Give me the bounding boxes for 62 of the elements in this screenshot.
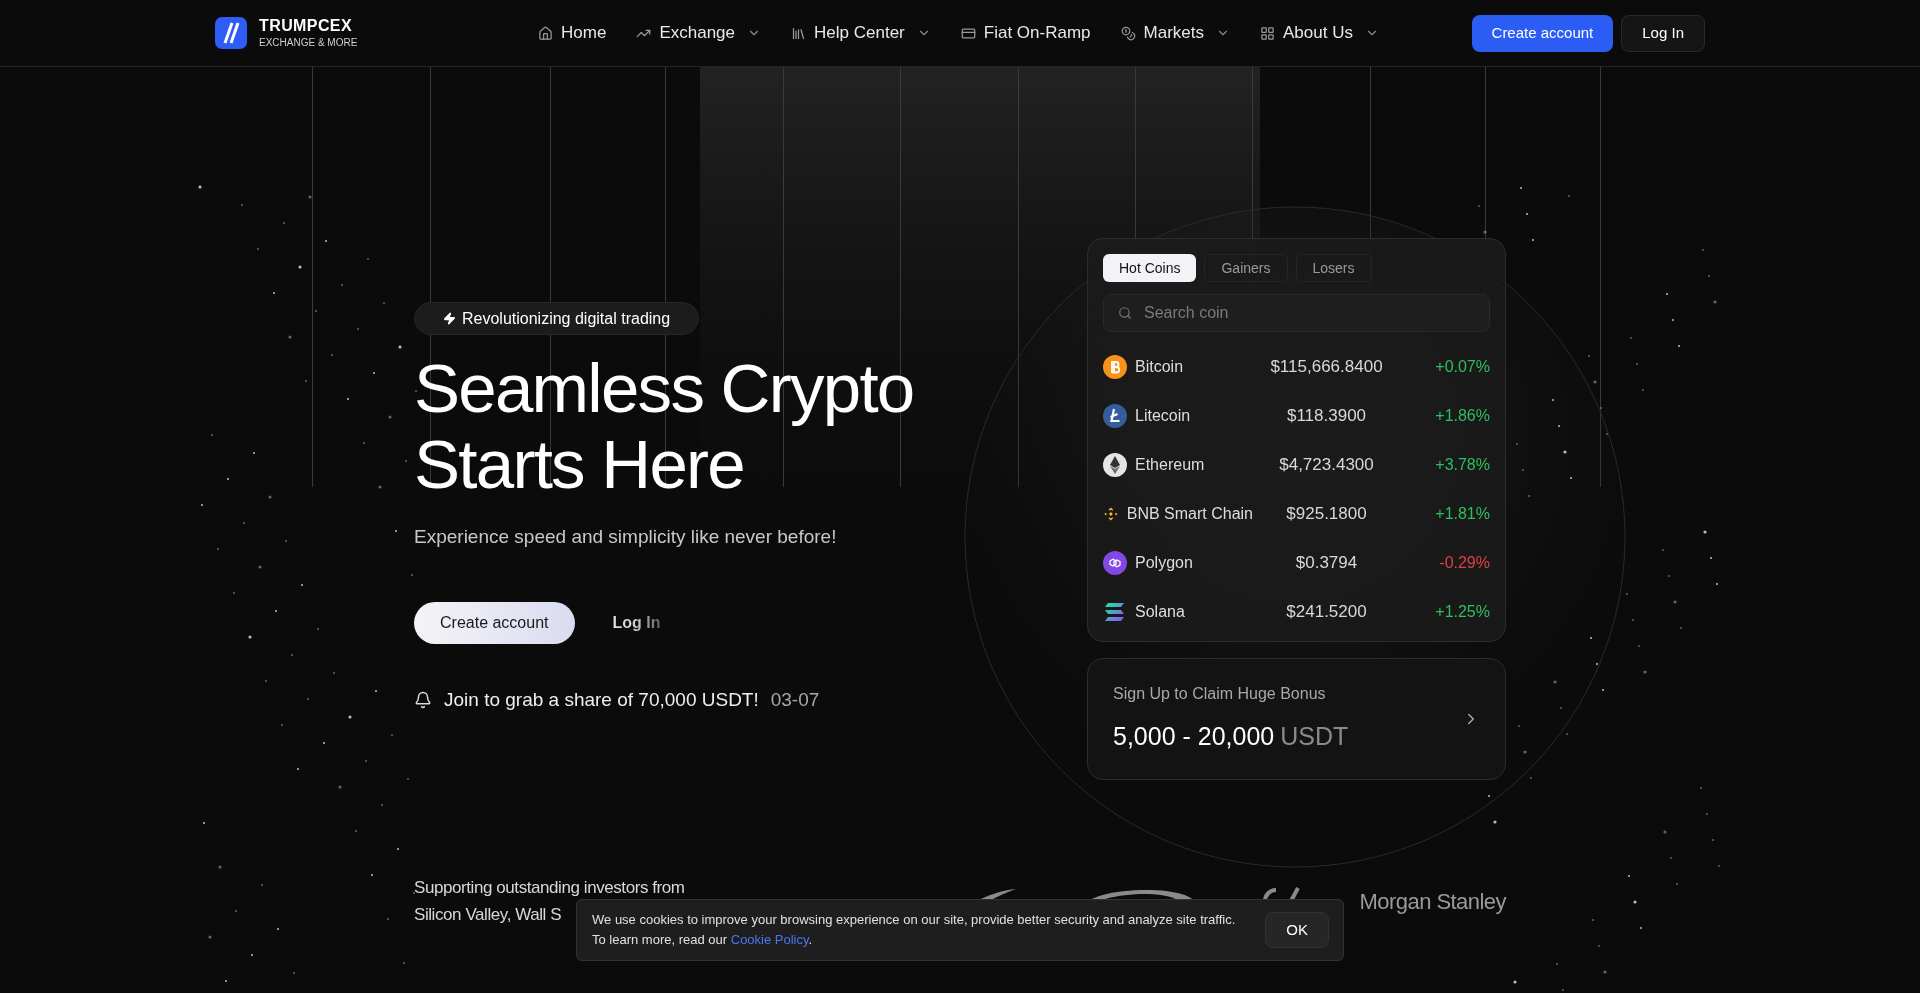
search-icon <box>1118 306 1132 320</box>
ok-button[interactable]: OK <box>1265 912 1329 948</box>
search-field[interactable]: Search coin <box>1103 294 1490 332</box>
coin-name: BNB Smart Chain <box>1126 503 1253 524</box>
nav-link[interactable]: About Us <box>1260 20 1379 46</box>
coin-change: +1.86% <box>1435 405 1490 426</box>
create-account-button[interactable]: Create account <box>1471 14 1614 52</box>
bonus-amount: 5,000 - 20,000 <box>1113 721 1275 753</box>
coin-price: $118.3900 <box>1286 404 1367 427</box>
bonus-title: Sign Up to Claim Huge Bonus <box>1113 684 1326 705</box>
nav-icon <box>960 25 976 41</box>
brand-name: TRUMPCEX <box>259 18 353 34</box>
cookie-text: We use cookies to improve your browsing experience on our site, provide better security and analyze site traffic. To learn more, read our Cookie Policy. <box>592 911 1237 949</box>
nav-link[interactable]: Markets <box>1120 20 1230 46</box>
nav-icon <box>1120 25 1136 41</box>
bonus-unit: USDT <box>1280 721 1349 753</box>
coin-name: Ethereum <box>1135 454 1205 475</box>
coin-tab[interactable]: Gainers <box>1204 254 1288 282</box>
coin-change: +0.07% <box>1435 356 1490 377</box>
nav-link[interactable]: Help Center <box>791 20 931 46</box>
coin-icon <box>1103 452 1127 477</box>
coin-price: $4,723.4300 <box>1279 453 1374 476</box>
headline: Starts Here <box>414 427 744 503</box>
coin-icon <box>1103 354 1127 379</box>
coin-price: $925.1800 <box>1286 502 1367 525</box>
investors-text: Supporting outstanding investors from <box>414 877 685 899</box>
nav-icon <box>538 25 554 41</box>
coin-change: -0.29% <box>1439 552 1490 573</box>
coin-price: $0.3794 <box>1295 551 1358 574</box>
coin-change: +1.81% <box>1435 503 1490 524</box>
coin-name: Litecoin <box>1135 405 1191 426</box>
coin-change: +3.78% <box>1435 454 1490 475</box>
nav-link[interactable]: Fiat On-Ramp <box>960 20 1091 46</box>
investors-text: Silicon Valley, Wall S <box>414 904 562 926</box>
bonus-card[interactable]: Sign Up to Claim Huge Bonus 5,000 - 20,000 USDT <box>1087 658 1506 780</box>
bell-icon <box>414 690 432 709</box>
coin-name: Bitcoin <box>1135 356 1184 377</box>
nav-link[interactable]: Exchange <box>636 20 762 46</box>
coin-tab[interactable]: Losers <box>1295 254 1372 282</box>
login-button[interactable]: Log In <box>1621 14 1705 52</box>
brand-tagline: EXCHANGE & MORE <box>259 38 358 48</box>
badge-text: Revolutionizing digital trading <box>462 308 671 329</box>
coin-tab[interactable]: Hot Coins <box>1103 254 1197 282</box>
promo-date: 03-07 <box>770 687 820 712</box>
coin-price: $115,666.8400 <box>1270 355 1383 378</box>
coin-name: Solana <box>1135 601 1185 622</box>
nav-icon <box>1260 25 1275 41</box>
logo-icon <box>215 17 247 49</box>
headline: Seamless Crypto <box>414 351 914 427</box>
nav-link[interactable]: Home <box>538 20 607 46</box>
coin-icon <box>1103 550 1127 575</box>
coin-change: +1.25% <box>1435 601 1490 622</box>
coin-name: Polygon <box>1135 552 1193 573</box>
lightning-icon <box>443 312 456 325</box>
subtitle: Experience speed and simplicity like never before! <box>414 525 837 549</box>
nav-icon <box>791 25 807 41</box>
coin-price: $241.5200 <box>1286 600 1367 623</box>
coin-icon <box>1103 403 1127 428</box>
promo-text: Join to grab a share of 70,000 USDT! <box>444 687 759 712</box>
partner-logo: Morgan Stanley <box>1359 887 1506 916</box>
cookie-policy-link[interactable]: Cookie Policy <box>730 932 809 947</box>
create-account-button[interactable]: Create account <box>414 601 575 644</box>
